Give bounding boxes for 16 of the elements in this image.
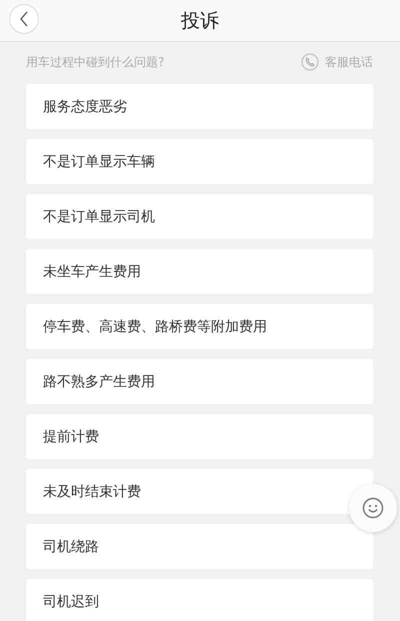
- complaint-reason-item[interactable]: 不是订单显示司机: [26, 194, 373, 239]
- complaint-reason-item[interactable]: 未坐车产生费用: [26, 249, 373, 294]
- page-title: 投诉: [181, 8, 219, 34]
- back-button[interactable]: [9, 4, 39, 34]
- complaint-reason-item[interactable]: 不是订单显示车辆: [26, 139, 373, 184]
- complaint-reason-item[interactable]: 停车费、高速费、路桥费等附加费用: [26, 304, 373, 349]
- complaint-reason-item[interactable]: 路不熟多产生费用: [26, 359, 373, 404]
- smiley-icon: [362, 497, 384, 519]
- complaint-reason-item[interactable]: 服务态度恶劣: [26, 84, 373, 129]
- complaint-reason-item[interactable]: 提前计费: [26, 414, 373, 459]
- question-text: 用车过程中碰到什么问题?: [26, 54, 164, 70]
- complaint-reason-item[interactable]: 司机绕路: [26, 524, 373, 569]
- complaint-reason-item[interactable]: 未及时结束计费: [26, 469, 373, 514]
- feedback-button[interactable]: [349, 484, 397, 532]
- phone-icon: [301, 53, 319, 71]
- complaint-reason-item[interactable]: 司机迟到: [26, 579, 373, 621]
